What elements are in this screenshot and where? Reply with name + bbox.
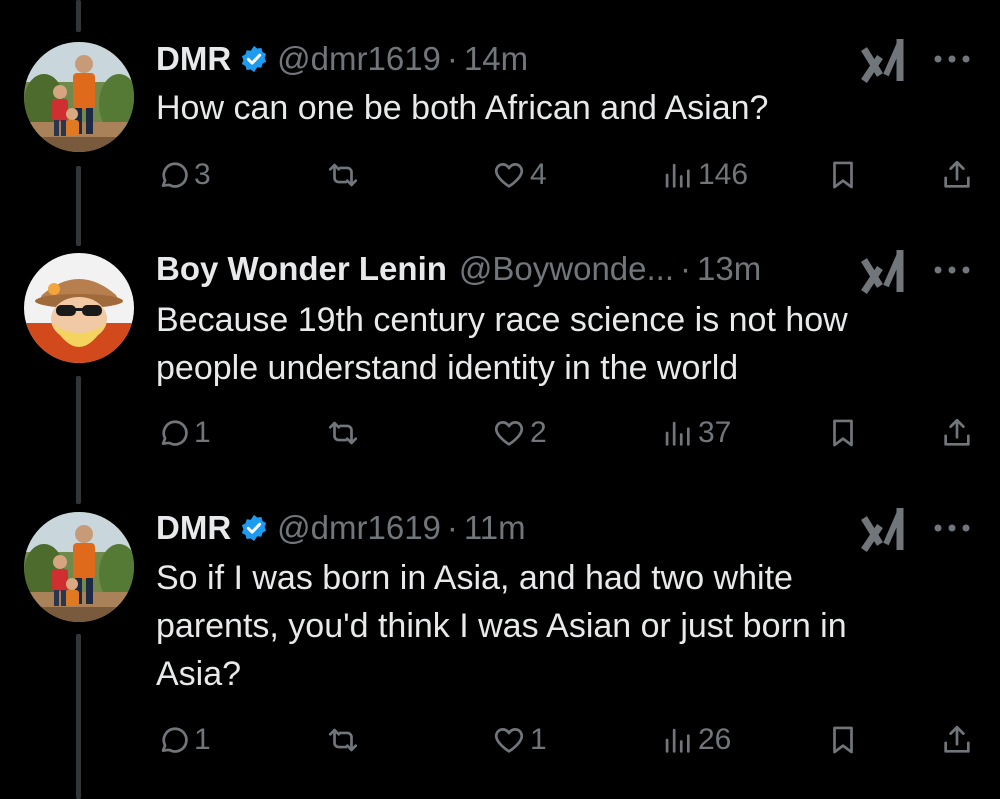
views-icon: [665, 421, 690, 446]
grok-icon[interactable]: [860, 504, 906, 554]
avatar[interactable]: [24, 512, 134, 622]
tweet-actions: 1 1 26: [156, 720, 976, 760]
separator: ·: [446, 40, 458, 77]
reply-button[interactable]: 1: [156, 413, 211, 453]
tweet-header: DMR @dmr1619 · 14m: [156, 37, 528, 81]
timestamp[interactable]: 11m: [464, 509, 526, 547]
heart-icon: [494, 728, 524, 753]
avatar[interactable]: [24, 253, 134, 363]
reply-button[interactable]: 1: [156, 720, 211, 760]
more-options-icon[interactable]: [932, 52, 972, 66]
display-name[interactable]: DMR: [156, 509, 231, 547]
repost-icon: [328, 421, 358, 445]
views-icon: [665, 728, 690, 753]
more-options-icon[interactable]: [932, 521, 972, 535]
handle[interactable]: @dmr1619: [277, 509, 441, 547]
like-count: 4: [530, 158, 547, 191]
thread-view: DMR @dmr1619 · 14m How can one be both A…: [0, 0, 1000, 799]
bookmark-button[interactable]: [826, 413, 864, 453]
bookmark-button[interactable]: [826, 155, 864, 195]
share-button[interactable]: [940, 155, 978, 195]
like-count: 1: [530, 723, 547, 756]
view-count: 37: [698, 416, 732, 449]
repost-icon: [328, 728, 358, 752]
timestamp[interactable]: 14m: [464, 40, 528, 78]
tweet-text-line: people understand identity in the world: [156, 349, 739, 387]
repost-button[interactable]: [326, 720, 364, 760]
heart-icon: [494, 163, 524, 188]
verified-badge-icon: [242, 45, 267, 73]
bookmark-button[interactable]: [826, 720, 864, 760]
tweet-text-line: parents, you'd think I was Asian or just…: [156, 607, 847, 645]
bookmark-icon: [833, 726, 853, 754]
dmr-avatar-photo-icon: [24, 512, 134, 622]
view-count: 146: [698, 158, 749, 191]
reply-count: 1: [194, 723, 211, 756]
like-button[interactable]: 4: [492, 155, 547, 195]
tweet-text-line: So if I was born in Asia, and had two wh…: [156, 559, 793, 597]
tweet-text-line: Because 19th century race science is not…: [156, 301, 848, 339]
like-button[interactable]: 2: [492, 413, 547, 453]
reply-icon: [161, 420, 188, 446]
tweet-text: Because 19th century race science is not…: [156, 296, 956, 392]
display-name[interactable]: Boy Wonder Lenin: [156, 250, 447, 288]
more-options-icon[interactable]: [932, 263, 972, 277]
heart-icon: [494, 421, 524, 446]
tweet-header: DMR @dmr1619 · 11m: [156, 506, 526, 550]
like-button[interactable]: 1: [492, 720, 547, 760]
thread-line-1: [76, 166, 81, 246]
tweet-actions: 1 2 37: [156, 413, 976, 453]
tweet-header: Boy Wonder Lenin @Boywonde... · 13m: [156, 247, 761, 291]
views-icon: [665, 163, 690, 188]
views-button[interactable]: 26: [660, 720, 731, 760]
thread-line-top: [76, 0, 81, 32]
repost-button[interactable]: [326, 413, 364, 453]
separator: ·: [680, 250, 692, 287]
view-count: 26: [698, 723, 732, 756]
reply-icon: [161, 162, 188, 188]
handle[interactable]: @Boywonde...: [459, 250, 674, 288]
bearded-cartoon-avatar-icon: [24, 253, 134, 363]
tweet-text: So if I was born in Asia, and had two wh…: [156, 554, 956, 698]
tweet-actions: 3 4 146: [156, 155, 976, 195]
bookmark-icon: [833, 419, 853, 447]
repost-button[interactable]: [326, 155, 364, 195]
thread-line-2: [76, 376, 81, 504]
share-button[interactable]: [940, 720, 978, 760]
share-icon: [944, 418, 970, 446]
tweet-text-line: How can one be both African and Asian?: [156, 89, 769, 127]
handle[interactable]: @dmr1619: [277, 40, 441, 78]
bookmark-icon: [833, 161, 853, 189]
views-button[interactable]: 37: [660, 413, 731, 453]
reply-button[interactable]: 3: [156, 155, 211, 195]
reply-icon: [161, 727, 188, 753]
avatar[interactable]: [24, 42, 134, 152]
separator: ·: [446, 509, 458, 546]
tweet-text-line: Asia?: [156, 655, 242, 693]
dmr-avatar-photo-icon: [24, 42, 134, 152]
tweet-text: How can one be both African and Asian?: [156, 84, 956, 132]
reply-count: 3: [194, 158, 211, 191]
display-name[interactable]: DMR: [156, 40, 231, 78]
grok-icon[interactable]: [860, 35, 906, 85]
verified-badge-icon: [242, 514, 267, 542]
timestamp[interactable]: 13m: [697, 250, 761, 288]
share-icon: [944, 160, 970, 188]
reply-count: 1: [194, 416, 211, 449]
grok-icon[interactable]: [860, 246, 906, 296]
like-count: 2: [530, 416, 547, 449]
views-button[interactable]: 146: [660, 155, 748, 195]
share-button[interactable]: [940, 413, 978, 453]
repost-icon: [328, 163, 358, 187]
share-icon: [944, 725, 970, 753]
thread-line-3: [76, 634, 81, 799]
